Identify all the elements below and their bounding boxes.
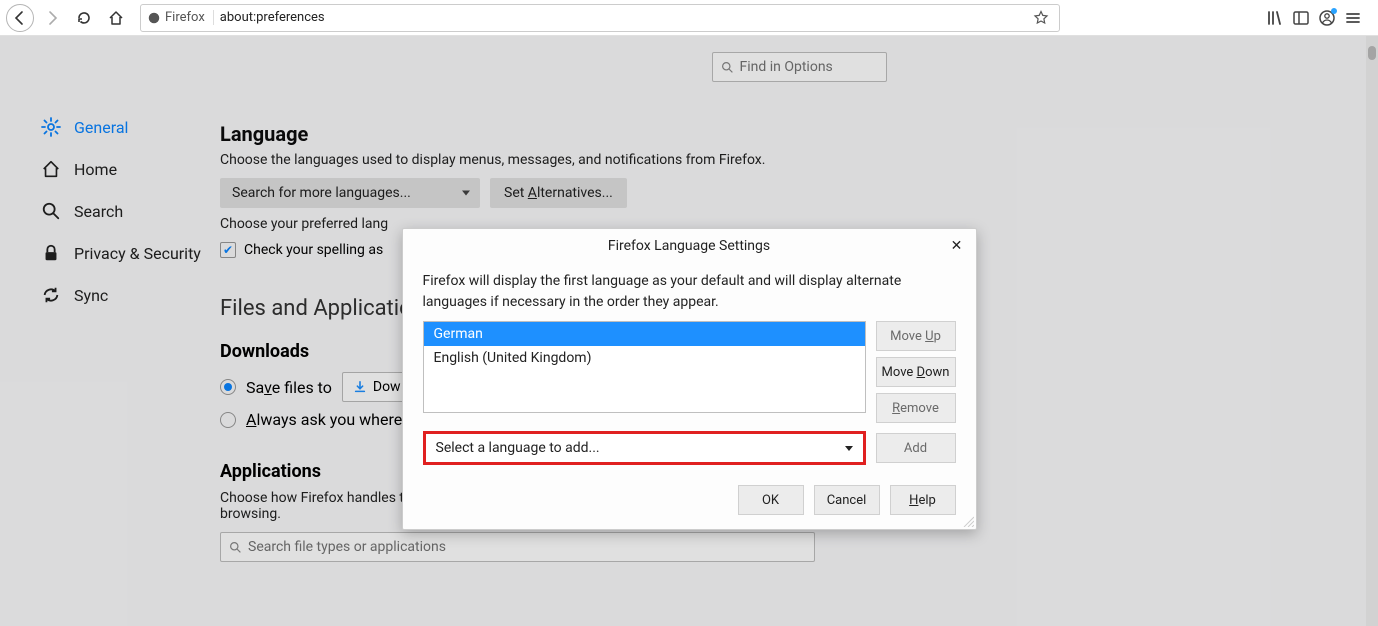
resize-grip-icon[interactable]: [962, 515, 974, 527]
help-button[interactable]: Help: [890, 485, 956, 515]
move-up-button[interactable]: Move Up: [876, 321, 956, 351]
search-more-languages-dropdown[interactable]: Search for more languages...: [220, 178, 480, 208]
always-ask-radio[interactable]: [220, 412, 236, 428]
sync-icon: [40, 284, 62, 306]
category-label: Sync: [74, 286, 108, 305]
sidebar-toggle-icon[interactable]: [1292, 9, 1310, 27]
vertical-scrollbar[interactable]: [1366, 36, 1378, 626]
applications-search-placeholder: Search file types or applications: [248, 539, 446, 555]
search-icon: [721, 61, 734, 74]
search-icon: [40, 200, 62, 222]
chevron-down-icon: [845, 446, 853, 451]
category-privacy[interactable]: Privacy & Security: [0, 232, 220, 274]
library-icon[interactable]: [1266, 9, 1284, 27]
lock-icon: [40, 242, 62, 264]
category-home[interactable]: Home: [0, 148, 220, 190]
back-button[interactable]: [6, 4, 34, 32]
find-placeholder: Find in Options: [740, 59, 833, 75]
bookmark-star-icon[interactable]: [1033, 10, 1049, 26]
category-sidebar: General Home Search Privacy & Security S…: [0, 36, 220, 626]
download-arrow-icon: [353, 380, 367, 394]
set-alternatives-button[interactable]: Set Alternatives...: [490, 178, 627, 208]
identity-label: Firefox: [165, 10, 205, 25]
save-files-label: Save files to: [246, 378, 332, 397]
remove-button[interactable]: Remove: [876, 393, 956, 423]
browser-toolbar: Firefox about:preferences: [0, 0, 1378, 36]
dialog-close-button[interactable]: ✕: [946, 235, 968, 257]
url-bar[interactable]: Firefox about:preferences: [140, 4, 1060, 32]
language-item-english-uk[interactable]: English (United Kingdom): [424, 346, 865, 370]
language-item-german[interactable]: German: [424, 322, 865, 346]
checkbox-icon: ✔: [220, 242, 236, 258]
find-in-options-input[interactable]: Find in Options: [712, 52, 887, 82]
category-general[interactable]: General: [0, 106, 220, 148]
language-desc: Choose the languages used to display men…: [220, 152, 860, 168]
ok-button[interactable]: OK: [738, 485, 804, 515]
select-language-dropdown[interactable]: Select a language to add...: [423, 431, 866, 465]
forward-button[interactable]: [38, 4, 66, 32]
move-down-button[interactable]: Move Down: [876, 357, 956, 387]
category-search[interactable]: Search: [0, 190, 220, 232]
category-label: Privacy & Security: [74, 244, 201, 263]
account-icon[interactable]: [1318, 9, 1336, 27]
language-title: Language: [220, 122, 860, 146]
select-language-placeholder: Select a language to add...: [436, 440, 600, 456]
spellcheck-label: Check your spelling as: [244, 242, 383, 258]
applications-search-input[interactable]: Search file types or applications: [220, 532, 815, 562]
home-icon: [40, 158, 62, 180]
category-label: Search: [74, 202, 123, 221]
category-label: General: [74, 118, 128, 137]
always-ask-label: Always ask you where: [246, 410, 402, 429]
dialog-titlebar: Firefox Language Settings ✕: [403, 229, 976, 263]
menu-icon[interactable]: [1344, 9, 1362, 27]
save-files-radio[interactable]: [220, 379, 236, 395]
home-button[interactable]: [102, 4, 130, 32]
scrollbar-thumb[interactable]: [1368, 46, 1376, 60]
add-button[interactable]: Add: [876, 433, 956, 463]
dialog-title: Firefox Language Settings: [608, 238, 770, 254]
reload-button[interactable]: [70, 4, 98, 32]
gear-icon: [40, 116, 62, 138]
search-icon: [229, 541, 242, 554]
language-settings-dialog: Firefox Language Settings ✕ Firefox will…: [402, 228, 977, 530]
cancel-button[interactable]: Cancel: [814, 485, 880, 515]
identity-box[interactable]: Firefox: [147, 10, 214, 25]
dialog-description: Firefox will display the first language …: [423, 271, 956, 313]
language-list[interactable]: German English (United Kingdom): [423, 321, 866, 413]
firefox-icon: [147, 11, 161, 25]
category-sync[interactable]: Sync: [0, 274, 220, 316]
category-label: Home: [74, 160, 117, 179]
url-text: about:preferences: [220, 10, 325, 25]
